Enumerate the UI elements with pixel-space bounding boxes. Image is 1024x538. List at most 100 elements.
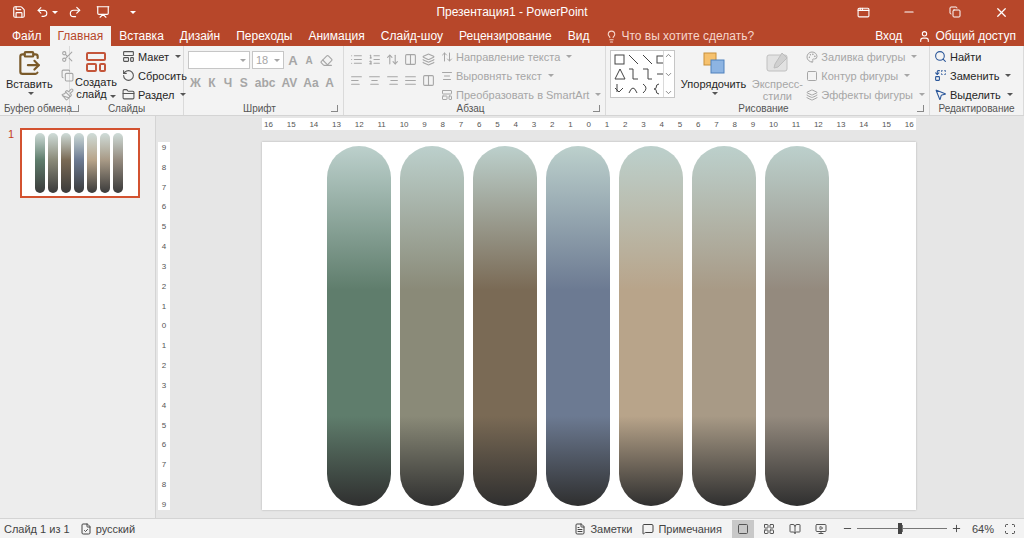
restore-button[interactable] xyxy=(932,0,978,24)
arrange-button[interactable]: Упорядочить xyxy=(679,48,748,97)
paragraph-command[interactable]: Преобразовать в SmartArt xyxy=(441,86,601,103)
quick-styles-button[interactable]: Экспресс-стили xyxy=(752,48,802,104)
customize-toolbar-button[interactable] xyxy=(120,2,142,22)
editing-command[interactable]: Заменить xyxy=(934,67,1013,84)
sign-in-link[interactable]: Вход xyxy=(867,26,910,46)
font-style-button[interactable]: Ч xyxy=(221,74,235,91)
photo-strip[interactable] xyxy=(692,146,756,506)
paragraph-button[interactable] xyxy=(384,51,401,68)
thumbnail-photo-strip xyxy=(74,133,84,193)
scroll-down-icon[interactable] xyxy=(664,70,673,79)
view-button[interactable] xyxy=(732,520,754,538)
ribbon-tab[interactable]: Анимация xyxy=(300,26,372,46)
ribbon-tab[interactable]: Переходы xyxy=(228,26,300,46)
start-slideshow-button[interactable] xyxy=(92,2,114,22)
font-style-button[interactable]: К xyxy=(205,74,219,91)
minimize-button[interactable] xyxy=(886,0,932,24)
paragraph-button[interactable] xyxy=(384,72,401,89)
more-icon[interactable] xyxy=(664,88,673,97)
fit-to-window-button[interactable] xyxy=(1004,523,1016,535)
font-style-button[interactable]: Ж xyxy=(188,74,203,91)
copy-button[interactable] xyxy=(59,67,76,84)
grow-font-button[interactable]: A xyxy=(286,52,300,69)
paragraph-command[interactable]: Направление текста xyxy=(441,48,601,65)
photo-strip[interactable] xyxy=(546,146,610,506)
photo-strip[interactable] xyxy=(400,146,464,506)
dropdown-arrow-icon xyxy=(1005,74,1011,77)
dialog-launcher-icon[interactable] xyxy=(917,105,924,112)
zoom-out-icon[interactable] xyxy=(842,523,853,534)
language-indicator[interactable]: русский xyxy=(80,523,135,535)
font-style-button[interactable]: S xyxy=(237,74,251,91)
paragraph-button[interactable] xyxy=(402,72,419,89)
ribbon-tab[interactable]: Рецензирование xyxy=(451,26,560,46)
ribbon-tab[interactable]: Дизайн xyxy=(172,26,228,46)
cut-button[interactable] xyxy=(59,48,76,65)
slides-group: Создать слайдМакетСброситьРазделСлайды xyxy=(70,46,184,115)
tell-me-search[interactable]: Что вы хотите сделать? xyxy=(597,26,762,46)
notes-icon xyxy=(574,523,586,535)
photo-strip[interactable] xyxy=(327,146,391,506)
font-style-button[interactable]: Aa xyxy=(301,74,320,91)
clear-formatting-button[interactable] xyxy=(318,52,335,69)
view-button[interactable] xyxy=(758,520,780,538)
zoom-slider[interactable] xyxy=(857,528,947,529)
shapes-gallery[interactable] xyxy=(610,50,675,98)
slides-command[interactable]: Макет xyxy=(122,48,187,65)
paragraph-button[interactable] xyxy=(420,72,437,89)
paragraph-button[interactable] xyxy=(348,51,365,68)
shrink-font-button[interactable]: A xyxy=(302,52,316,69)
paragraph-button[interactable] xyxy=(348,72,365,89)
paragraph-button[interactable] xyxy=(366,51,383,68)
ribbon-tab[interactable]: Вид xyxy=(560,26,598,46)
view-button[interactable] xyxy=(810,520,832,538)
zoom-slider-thumb[interactable] xyxy=(898,523,902,534)
font-name-field[interactable] xyxy=(188,51,250,69)
redo-button[interactable] xyxy=(64,2,86,22)
zoom-in-icon[interactable] xyxy=(951,523,962,534)
editing-command[interactable]: Выделить xyxy=(934,86,1013,103)
notes-button[interactable]: Заметки xyxy=(574,523,632,535)
slides-command[interactable]: Сбросить xyxy=(122,67,187,84)
undo-button[interactable] xyxy=(36,2,58,22)
photo-strip[interactable] xyxy=(619,146,683,506)
format-painter-button[interactable] xyxy=(59,86,76,103)
dialog-launcher-icon[interactable] xyxy=(72,105,79,112)
paragraph-button[interactable] xyxy=(420,51,437,68)
slide-thumbnail[interactable] xyxy=(20,128,140,198)
paragraph-command[interactable]: Выровнять текст xyxy=(441,67,601,84)
window-controls xyxy=(588,0,1024,24)
ribbon-tab[interactable]: Слайд-шоу xyxy=(373,26,451,46)
editing-command[interactable]: Найти xyxy=(934,48,1013,65)
photo-strip[interactable] xyxy=(765,146,829,506)
font-style-button[interactable]: AV xyxy=(280,74,300,91)
zoom-level[interactable]: 64% xyxy=(972,523,994,535)
slide-canvas[interactable] xyxy=(262,142,916,510)
shape-format-command[interactable]: Эффекты фигуры xyxy=(806,86,925,103)
shape-format-command[interactable]: Заливка фигуры xyxy=(806,48,925,65)
ribbon-tab[interactable]: Вставка xyxy=(111,26,172,46)
font-size-field[interactable]: 18 xyxy=(252,51,284,69)
ribbon-options-button[interactable] xyxy=(840,0,886,24)
comments-button[interactable]: Примечания xyxy=(642,523,722,535)
save-button[interactable] xyxy=(8,2,30,22)
photo-strip[interactable] xyxy=(473,146,537,506)
view-button[interactable] xyxy=(784,520,806,538)
dialog-launcher-icon[interactable] xyxy=(593,105,600,112)
dialog-launcher-icon[interactable] xyxy=(331,105,338,112)
font-style-button[interactable]: abc xyxy=(253,74,278,91)
paragraph-button[interactable] xyxy=(366,72,383,89)
paragraph-command-icon xyxy=(441,51,453,63)
new-slide-button[interactable]: Создать слайд xyxy=(74,48,118,102)
scroll-up-icon[interactable] xyxy=(664,51,673,60)
shape-format-command[interactable]: Контур фигуры xyxy=(806,67,925,84)
paste-button[interactable]: Вставить xyxy=(4,48,55,97)
close-button[interactable] xyxy=(978,0,1024,24)
slide-command-icon xyxy=(122,88,135,101)
font-style-button[interactable]: A xyxy=(323,74,337,91)
slides-command[interactable]: Раздел xyxy=(122,86,187,103)
ribbon-tab[interactable]: Главная xyxy=(50,26,112,46)
ribbon-tab[interactable]: Файл xyxy=(4,26,50,46)
paragraph-button[interactable] xyxy=(402,51,419,68)
share-button[interactable]: Общий доступ xyxy=(910,26,1024,46)
